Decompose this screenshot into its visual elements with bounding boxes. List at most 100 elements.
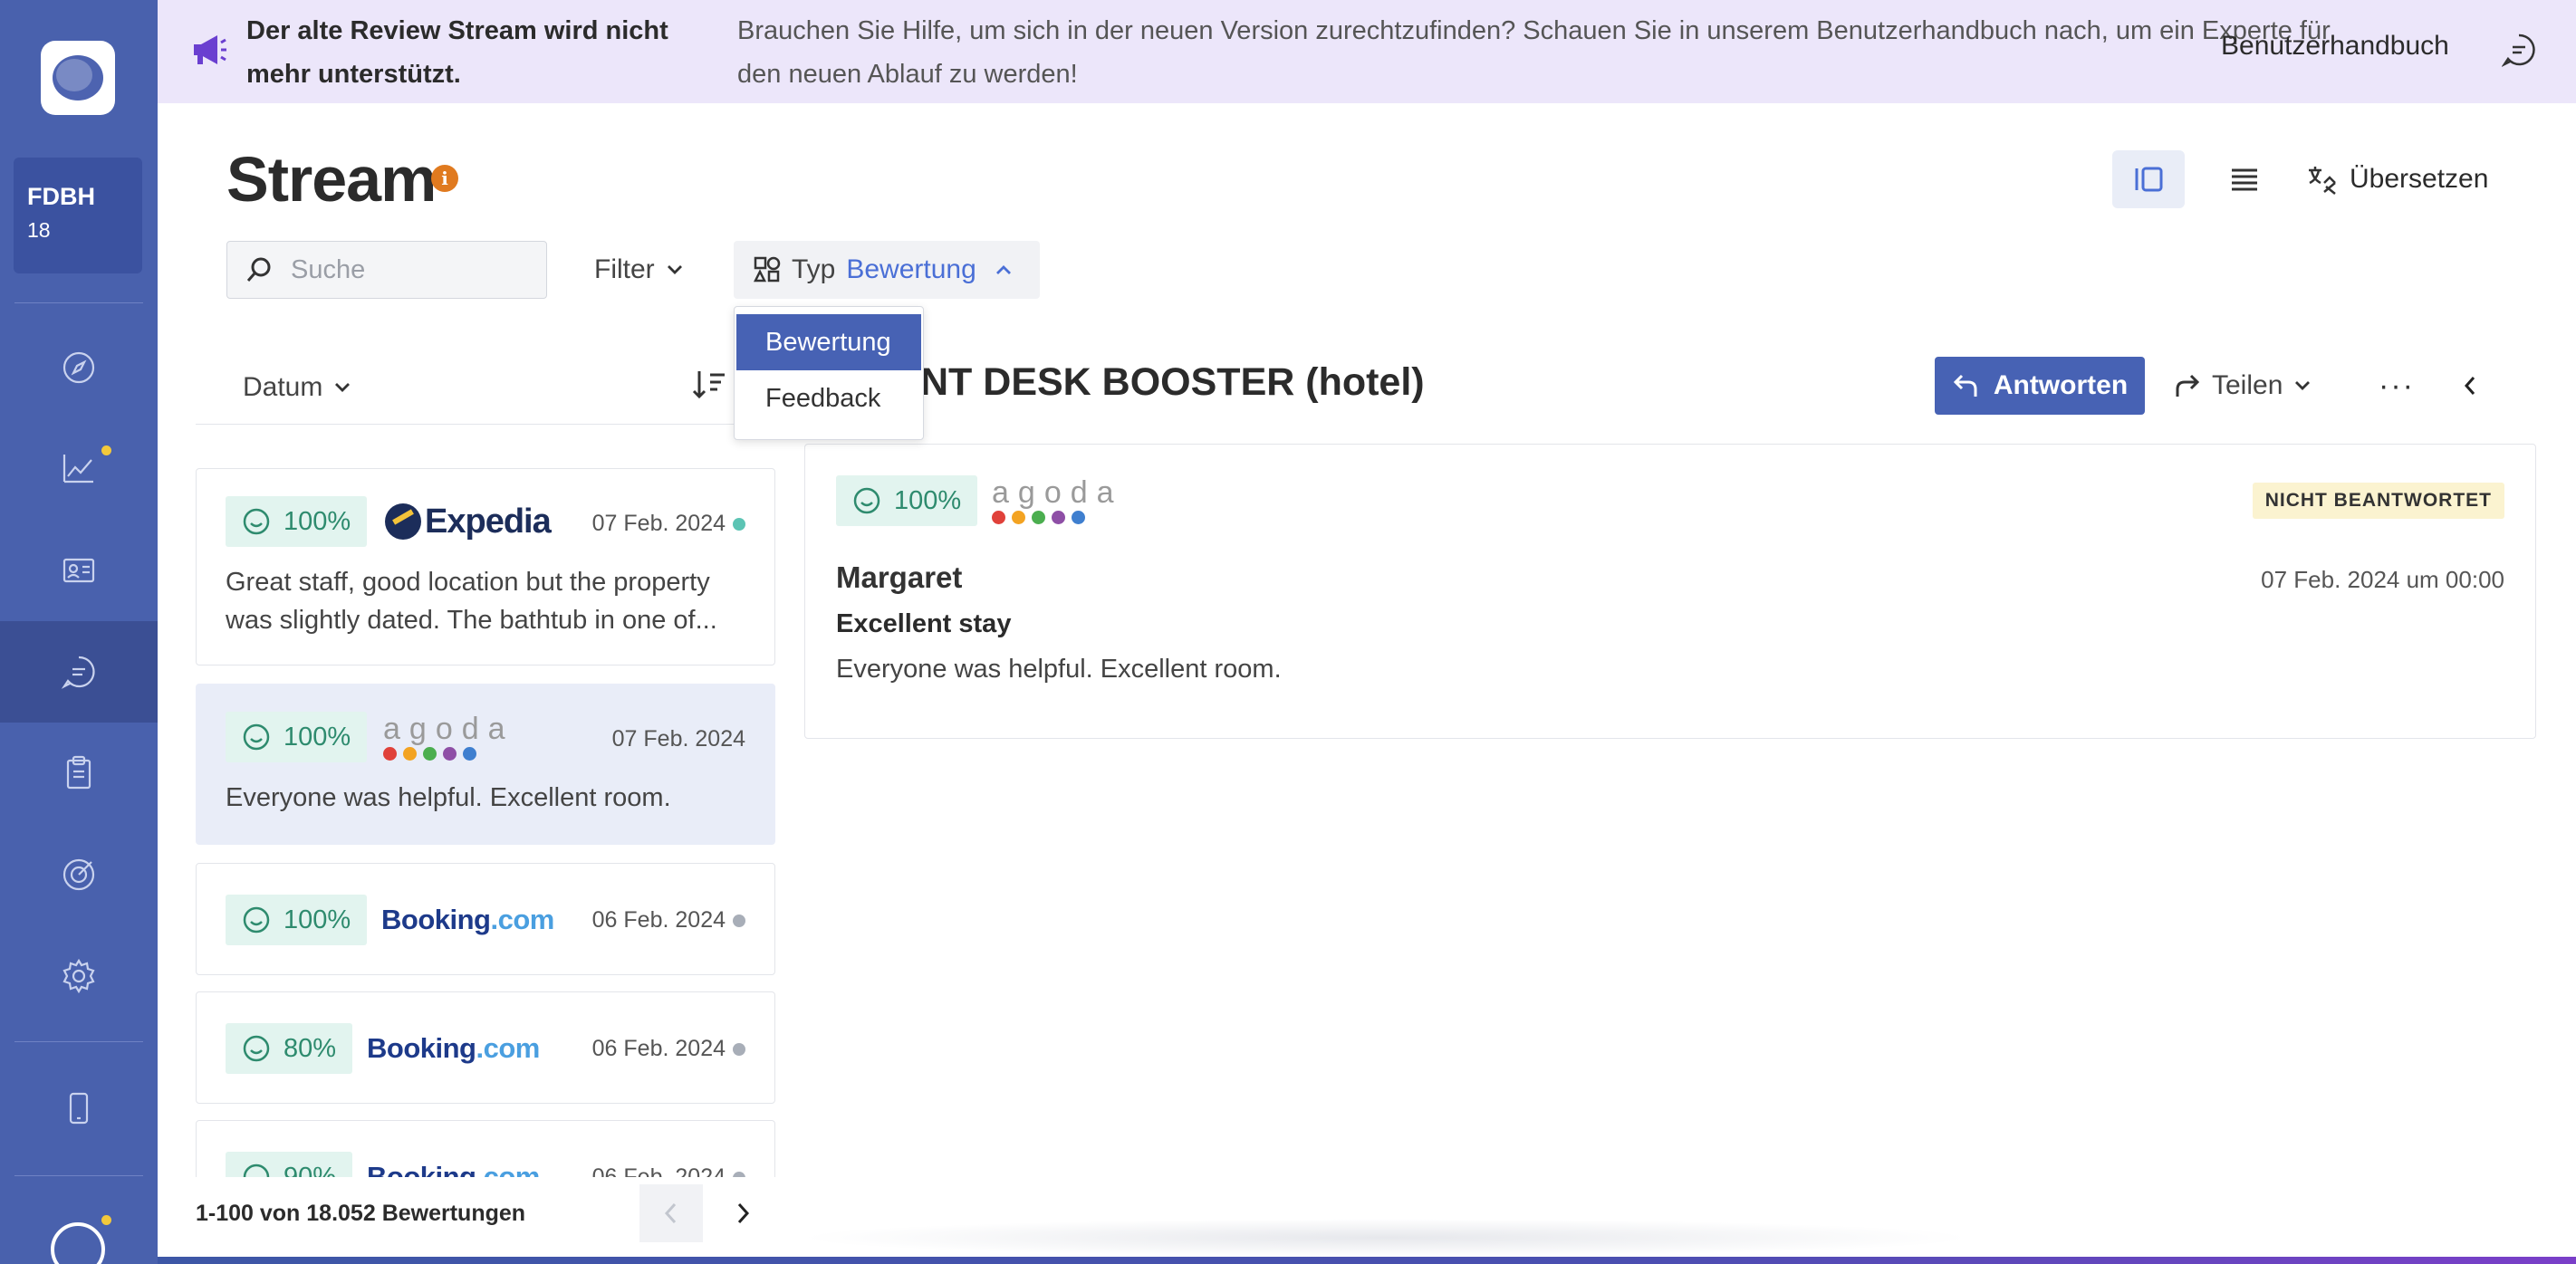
review-card[interactable]: 90% Booking.com 06 Feb. 2024 <box>196 1120 775 1177</box>
chat-icon <box>61 656 95 689</box>
previous-page-button[interactable] <box>639 1184 703 1242</box>
booking-logo: Booking.com <box>367 1152 540 1177</box>
app-logo[interactable] <box>41 41 115 115</box>
expedia-logo: Expedia <box>385 496 552 547</box>
chat-icon[interactable] <box>2502 33 2536 67</box>
pagination-summary: 1-100 von 18.052 Bewertungen <box>196 1201 526 1226</box>
review-date: 06 Feb. 2024 <box>591 907 726 933</box>
review-card[interactable]: 80% Booking.com 06 Feb. 2024 <box>196 991 775 1104</box>
compass-icon <box>62 351 95 384</box>
sidebar-item-discover[interactable] <box>0 317 158 418</box>
review-title: Excellent stay <box>836 609 1012 638</box>
target-icon <box>62 858 95 891</box>
review-excerpt: Everyone was helpful. Excellent room. <box>226 783 671 812</box>
score-badge: 100% <box>226 895 368 945</box>
review-date: 07 Feb. 2024 <box>591 511 726 536</box>
score-badge: 100% <box>226 712 368 762</box>
notification-dot <box>101 445 111 455</box>
user-manual-link[interactable]: Benutzerhandbuch <box>2221 31 2449 62</box>
source-name: Booking.com <box>381 904 554 935</box>
mobile-icon <box>69 1092 89 1125</box>
info-icon[interactable]: i <box>431 165 458 192</box>
status-dot <box>733 1172 745 1177</box>
chevron-right-icon <box>737 1202 750 1224</box>
sidebar-item-mobile[interactable] <box>0 1058 158 1159</box>
sidebar-divider <box>14 302 143 303</box>
translate-label: Übersetzen <box>2350 164 2489 194</box>
score-badge: 100% <box>836 475 978 526</box>
translate-icon <box>2309 167 2336 195</box>
review-date: 06 Feb. 2024 <box>591 1036 726 1061</box>
banner-text: Brauchen Sie Hilfe, um sich in der neuen… <box>737 16 2331 89</box>
expedia-icon <box>385 503 421 540</box>
user-avatar[interactable] <box>51 1222 105 1264</box>
chevron-down-icon <box>335 383 351 392</box>
bottom-accent-bar <box>158 1257 2576 1264</box>
bottom-shadow <box>797 1219 1975 1257</box>
type-value: Bewertung <box>846 254 976 284</box>
logo-icon <box>53 55 103 101</box>
score-value: 90% <box>284 1162 337 1178</box>
sidebar-item-settings[interactable] <box>0 925 158 1027</box>
org-switcher[interactable]: FDBH 18 <box>14 158 142 273</box>
megaphone-icon <box>194 35 226 64</box>
review-card[interactable]: 100% Booking.com 06 Feb. 2024 <box>196 863 775 975</box>
reply-label: Antworten <box>1993 370 2129 400</box>
dropdown-option-bewertung[interactable]: Bewertung <box>736 314 921 370</box>
sort-field-button[interactable]: Datum <box>243 362 351 413</box>
sidebar-item-contacts[interactable] <box>0 520 158 621</box>
split-view-button[interactable] <box>2112 150 2185 208</box>
booking-logo: Booking.com <box>381 895 554 945</box>
chart-icon <box>62 455 93 484</box>
smile-icon <box>243 508 270 535</box>
search-input[interactable] <box>291 254 526 285</box>
notification-dot <box>101 1215 111 1225</box>
list-view-icon <box>2232 168 2257 191</box>
score-value: 100% <box>894 485 962 515</box>
reply-icon <box>1953 374 1977 397</box>
deprecation-banner: Der alte Review Stream wird nicht mehr u… <box>158 0 2576 103</box>
status-dot <box>733 1043 745 1056</box>
more-options-button[interactable]: ··· <box>2371 360 2422 411</box>
reply-button[interactable]: Antworten <box>1935 357 2145 415</box>
org-name: FDBH <box>27 183 95 210</box>
share-button[interactable]: Teilen <box>2174 360 2312 411</box>
sort-direction-icon[interactable] <box>692 366 728 406</box>
search-box[interactable] <box>226 241 547 299</box>
review-list[interactable]: 100% Expedia 07 Feb. 2024 Great staff, g… <box>196 424 777 1177</box>
review-card[interactable]: 100% Expedia 07 Feb. 2024 Great staff, g… <box>196 468 775 666</box>
review-card[interactable]: 100% agoda 07 Feb. 2024 Everyone was hel… <box>196 684 775 845</box>
source-name: agoda <box>992 474 1123 510</box>
score-badge: 100% <box>226 496 368 547</box>
sidebar-item-tasks[interactable] <box>0 723 158 824</box>
translate-button[interactable]: Übersetzen <box>2306 156 2488 203</box>
smile-icon <box>243 1035 270 1062</box>
dropdown-option-feedback[interactable]: Feedback <box>736 370 921 426</box>
score-badge: 80% <box>226 1023 353 1074</box>
chevron-down-icon <box>2295 381 2311 390</box>
reviewer-name: Margaret <box>836 560 963 594</box>
review-date: 07 Feb. 2024 um 00:00 <box>2261 566 2504 593</box>
search-icon <box>246 257 271 282</box>
sort-label: Datum <box>243 372 323 402</box>
sidebar: FDBH 18 <box>0 0 158 1264</box>
split-view-icon <box>2135 167 2163 192</box>
filter-button[interactable]: Filter <box>594 244 684 295</box>
sidebar-item-goals[interactable] <box>0 824 158 925</box>
org-count: 18 <box>27 218 51 242</box>
chevron-down-icon <box>667 265 682 274</box>
type-filter-button[interactable]: Typ Bewertung <box>734 241 1040 299</box>
next-page-button[interactable] <box>714 1184 772 1242</box>
collapse-panel-button[interactable] <box>2447 360 2493 411</box>
list-view-button[interactable] <box>2216 150 2273 208</box>
review-date: 07 Feb. 2024 <box>611 726 745 752</box>
review-date: 06 Feb. 2024 <box>591 1164 726 1177</box>
sidebar-item-analytics[interactable] <box>0 418 158 520</box>
share-label: Teilen <box>2212 370 2283 400</box>
status-dot <box>733 518 745 531</box>
review-detail: 100% agoda NICHT BEANTWORTET Margaret 07… <box>804 444 2536 739</box>
status-badge: NICHT BEANTWORTET <box>2252 483 2504 519</box>
smile-icon <box>243 1163 270 1177</box>
agoda-logo: agoda <box>383 712 514 762</box>
sidebar-item-stream[interactable] <box>0 621 158 723</box>
